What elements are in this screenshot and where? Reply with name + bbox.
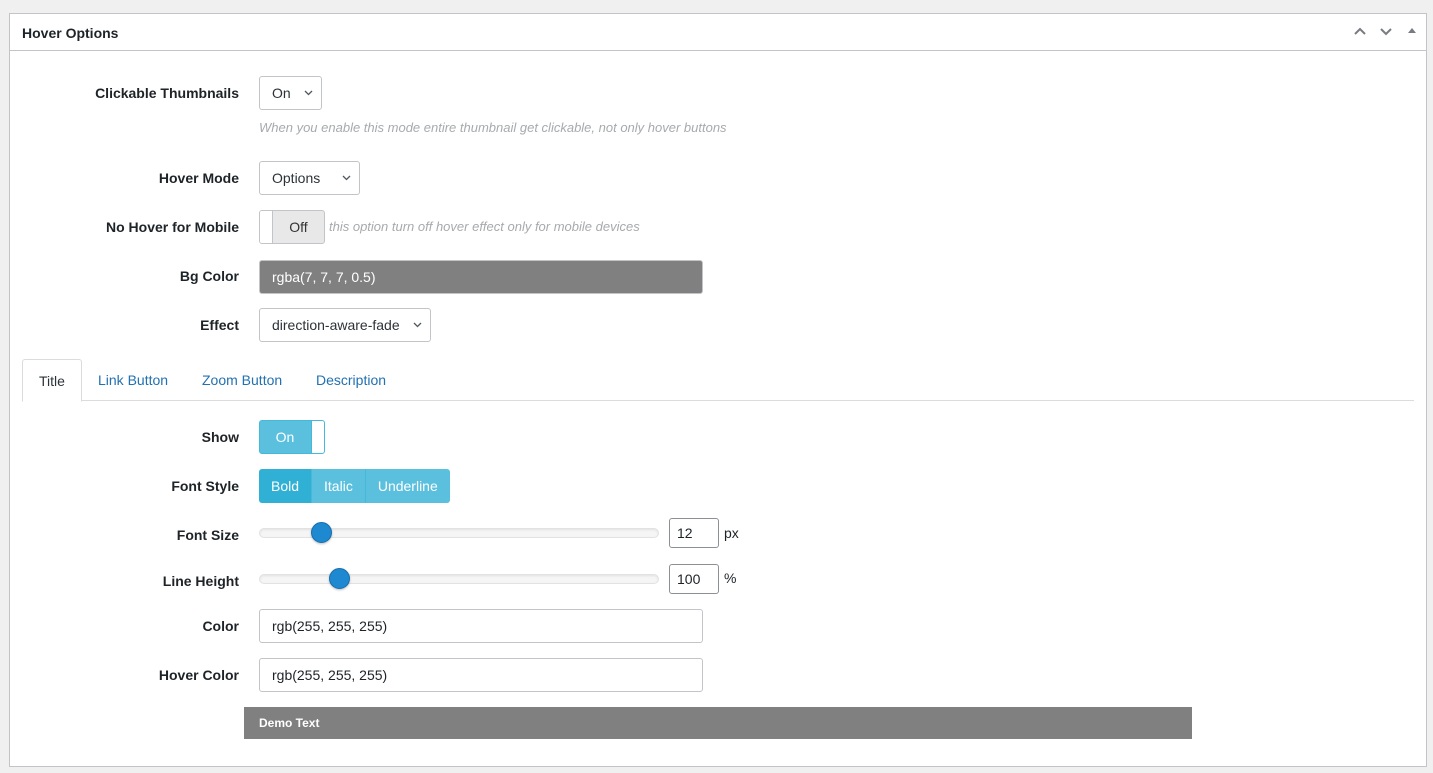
triangle-up-icon[interactable] (1406, 23, 1424, 41)
no-hover-mobile-label: No Hover for Mobile (105, 219, 239, 235)
tab-title[interactable]: Title (22, 359, 82, 402)
effect-label: Effect (200, 317, 239, 333)
color-input[interactable]: rgb(255, 255, 255) (259, 609, 703, 643)
hover-options-panel: Hover Options Clickable Thumbnails On Wh… (9, 13, 1427, 767)
font-size-input[interactable]: 12 (669, 518, 719, 548)
chevron-up-icon[interactable] (1352, 23, 1370, 41)
tab-description[interactable]: Description (300, 359, 402, 401)
color-label: Color (202, 618, 239, 634)
font-style-italic-button[interactable]: Italic (312, 469, 366, 503)
tab-zoom-button[interactable]: Zoom Button (186, 359, 298, 401)
effect-value: direction-aware-fade (272, 317, 400, 333)
hover-mode-label: Hover Mode (158, 170, 239, 186)
no-hover-mobile-help: this option turn off hover effect only f… (329, 219, 640, 234)
hover-mode-value: Options (272, 170, 321, 186)
demo-text: Demo Text (259, 716, 320, 730)
clickable-thumbnails-select[interactable]: On (259, 76, 322, 110)
hover-color-label: Hover Color (158, 667, 239, 683)
chevron-down-icon (304, 90, 313, 96)
hover-mode-select[interactable]: Options (259, 161, 360, 195)
bg-color-label: Bg Color (179, 268, 239, 284)
no-hover-mobile-value: Off (289, 219, 308, 235)
effect-select[interactable]: direction-aware-fade (259, 308, 431, 342)
chevron-down-icon (342, 175, 351, 181)
show-value: On (275, 429, 295, 445)
line-height-label: Line Height (162, 573, 239, 589)
line-height-slider[interactable] (259, 574, 659, 584)
show-toggle[interactable]: On (259, 420, 325, 454)
line-height-slider-handle[interactable] (329, 568, 350, 589)
chevron-down-icon[interactable] (1378, 23, 1396, 41)
font-size-slider-handle[interactable] (311, 522, 332, 543)
tab-link-button[interactable]: Link Button (82, 359, 184, 401)
font-size-label: Font Size (176, 527, 239, 543)
clickable-thumbnails-label: Clickable Thumbnails (95, 85, 239, 101)
panel-title: Hover Options (22, 25, 119, 41)
font-style-label: Font Style (171, 478, 239, 494)
toggle-knob (311, 421, 324, 453)
clickable-thumbnails-value: On (272, 85, 291, 101)
font-style-underline-button[interactable]: Underline (365, 469, 450, 503)
panel-header: Hover Options (10, 14, 1426, 51)
bg-color-input[interactable]: rgba(7, 7, 7, 0.5) (259, 260, 703, 294)
hover-color-input[interactable]: rgb(255, 255, 255) (259, 658, 703, 692)
show-label: Show (201, 429, 239, 445)
font-size-unit: px (724, 525, 739, 541)
font-style-group: Bold Italic Underline (259, 469, 450, 503)
line-height-unit: % (724, 570, 737, 586)
no-hover-mobile-toggle[interactable]: Off (259, 210, 325, 244)
clickable-thumbnails-help: When you enable this mode entire thumbna… (259, 120, 727, 135)
line-height-input[interactable]: 100 (669, 564, 719, 594)
toggle-knob (260, 211, 273, 243)
demo-preview: Demo Text (244, 707, 1192, 739)
tab-bar: Title Link Button Zoom Button Descriptio… (22, 359, 1414, 402)
chevron-down-icon (413, 322, 422, 328)
font-style-bold-button[interactable]: Bold (259, 469, 313, 503)
